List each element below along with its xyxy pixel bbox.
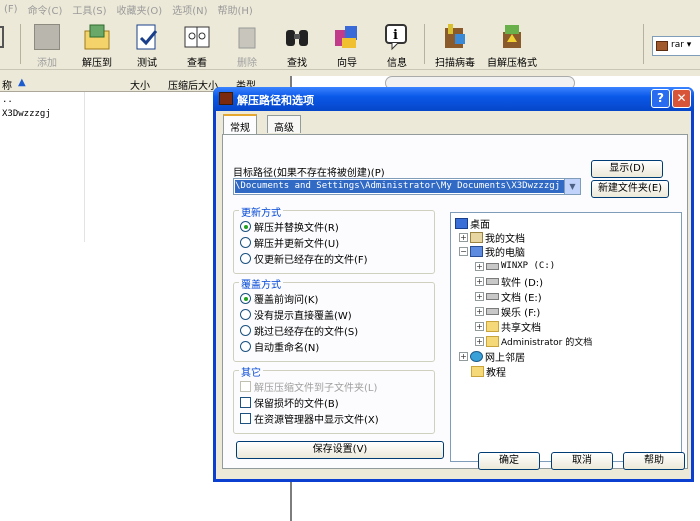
drive-icon (486, 277, 499, 285)
info-icon: i (382, 22, 412, 52)
radio-overwrite-all[interactable]: 没有提示直接覆盖(W) (240, 307, 352, 322)
archive-type-select[interactable]: rar ▾ (652, 36, 700, 56)
tree-item-desktop[interactable]: 桌面 (455, 216, 490, 231)
tree-item-drive-e[interactable]: + 文档 (E:) (475, 289, 542, 304)
tree-item-network[interactable]: + 网上邻居 (459, 349, 525, 364)
drive-icon (486, 262, 499, 270)
path-combobox[interactable]: \Documents and Settings\Administrator\My… (233, 178, 581, 195)
tab-general[interactable]: 常规 (223, 114, 257, 134)
my-computer-icon (470, 245, 483, 257)
menu-file[interactable]: (F) (4, 4, 18, 15)
checkbox-extract-subfolder[interactable]: 解压压缩文件到子文件夹(L) (240, 379, 377, 394)
radio-skip-existing[interactable]: 跳过已经存在的文件(S) (240, 323, 358, 338)
sfx-archive-icon (497, 22, 527, 52)
help-button[interactable]: 帮助 (623, 452, 685, 470)
misc-group: 其它 解压压缩文件到子文件夹(L) 保留损坏的文件(B) 在资源管理器中显示文件… (233, 364, 435, 434)
close-icon[interactable]: ✕ (672, 89, 691, 108)
help-icon[interactable]: ? (651, 89, 670, 108)
chevron-down-icon[interactable]: ▼ (564, 179, 580, 194)
checkbox-keep-broken[interactable]: 保留损坏的文件(B) (240, 395, 339, 410)
radio-update-existing[interactable]: 仅更新已经存在的文件(F) (240, 251, 368, 266)
scan-virus-button[interactable]: 扫描病毒 (431, 20, 479, 69)
test-check-icon (132, 22, 162, 52)
view-button[interactable]: 查看 (175, 20, 219, 69)
new-folder-button[interactable]: 新建文件夹(E) (591, 180, 669, 198)
tree-item-my-computer[interactable]: − 我的电脑 (459, 244, 525, 259)
radio-auto-rename[interactable]: 自动重命名(N) (240, 339, 319, 354)
add-archive-icon (32, 22, 62, 52)
dialog-client: 常规 高级 目标路径(如果不存在将被创建)(P) \Documents and … (216, 111, 691, 479)
menu-help[interactable]: 帮助(H) (218, 2, 253, 17)
delete-button[interactable]: 删除 (225, 20, 269, 69)
checkbox-show-in-explorer[interactable]: 在资源管理器中显示文件(X) (240, 411, 379, 426)
list-item[interactable]: X3Dwzzzgj (0, 109, 51, 123)
view-book-icon (182, 22, 212, 52)
tree-item-tutorial[interactable]: 教程 (471, 364, 506, 379)
tree-item-drive-d[interactable]: + 软件 (D:) (475, 274, 543, 289)
path-value: \Documents and Settings\Administrator\My… (235, 180, 565, 193)
drive-icon (486, 307, 499, 315)
find-button[interactable]: 查找 (275, 20, 319, 69)
overwrite-mode-group: 覆盖方式 覆盖前询问(K) 没有提示直接覆盖(W) 跳过已经存在的文件(S) 自… (233, 276, 435, 362)
tab-advanced[interactable]: 高级 (267, 115, 301, 134)
folder-icon (486, 320, 499, 332)
update-mode-group: 更新方式 解压并替换文件(R) 解压并更新文件(U) 仅更新已经存在的文件(F) (233, 204, 435, 274)
dialog-titlebar[interactable]: 解压路径和选项 ? ✕ (213, 87, 694, 111)
cancel-button[interactable]: 取消 (551, 452, 613, 470)
menu-options[interactable]: 选项(N) (172, 2, 207, 17)
col-packed[interactable]: 压缩后大小 (168, 77, 218, 92)
tab-page-general: 目标路径(如果不存在将被创建)(P) \Documents and Settin… (222, 134, 688, 469)
menu-tools[interactable]: 工具(S) (72, 2, 106, 17)
col-name[interactable]: 称 (2, 77, 12, 92)
toolbar-partial-button (0, 20, 12, 68)
drive-icon (486, 292, 499, 300)
binoculars-icon (282, 22, 312, 52)
radio-ask-before[interactable]: 覆盖前询问(K) (240, 291, 318, 306)
wizard-icon (332, 22, 362, 52)
tree-item-drive-c[interactable]: + WINXP (C:) (475, 259, 555, 273)
network-icon (470, 350, 483, 362)
dialog-title: 解压路径和选项 (237, 94, 314, 107)
wizard-button[interactable]: 向导 (325, 20, 369, 69)
menu-commands[interactable]: 命令(C) (28, 2, 63, 17)
my-documents-icon (470, 231, 483, 243)
radio-update-replace[interactable]: 解压并替换文件(R) (240, 219, 339, 234)
delete-icon (232, 22, 262, 52)
desktop-icon (455, 217, 468, 229)
folder-icon (486, 335, 499, 347)
tree-item-shared-docs[interactable]: + 共享文档 (475, 319, 541, 334)
folder-tree[interactable]: 桌面 + 我的文档 − 我的电脑 + WINXP (C:) + 软件 (D:) + 文档 … (450, 212, 682, 462)
info-button[interactable]: i 信息 (375, 20, 419, 69)
extract-folder-icon (82, 22, 112, 52)
extract-options-dialog: 解压路径和选项 ? ✕ 常规 高级 目标路径(如果不存在将被创建)(P) \Do… (213, 87, 694, 482)
winrar-icon (219, 92, 233, 105)
sort-up-icon[interactable]: ▲ (18, 77, 26, 88)
folder-icon (471, 365, 484, 377)
save-settings-button[interactable]: 保存设置(V) (236, 441, 444, 459)
menu-bar: (F) 命令(C) 工具(S) 收藏夹(O) 选项(N) 帮助(H) (0, 0, 700, 18)
tree-item-admin-docs[interactable]: + Administrator 的文档 (475, 334, 592, 348)
col-size[interactable]: 大小 (130, 77, 150, 92)
test-button[interactable]: 测试 (125, 20, 169, 69)
menu-favorites[interactable]: 收藏夹(O) (117, 2, 163, 17)
ok-button[interactable]: 确定 (478, 452, 540, 470)
list-item[interactable]: .. (0, 95, 13, 109)
add-button[interactable]: 添加 (25, 20, 69, 69)
tree-item-my-documents[interactable]: + 我的文档 (459, 230, 525, 245)
path-label: 目标路径(如果不存在将被创建)(P) (233, 168, 385, 179)
tree-item-drive-f[interactable]: + 娱乐 (F:) (475, 304, 540, 319)
extract-to-button[interactable]: 解压到 (75, 20, 119, 69)
show-button[interactable]: 显示(D) (591, 160, 663, 178)
scan-virus-icon (440, 22, 470, 52)
rar-icon (656, 41, 668, 51)
sfx-button[interactable]: 自解压格式 (485, 20, 539, 69)
radio-update-fresh[interactable]: 解压并更新文件(U) (240, 235, 339, 250)
toolbar: 添加 解压到 测试 查看 删除 查找 向导 i 信息 扫描病毒 自解压格式 (0, 18, 700, 70)
svg-text:i: i (393, 28, 398, 43)
